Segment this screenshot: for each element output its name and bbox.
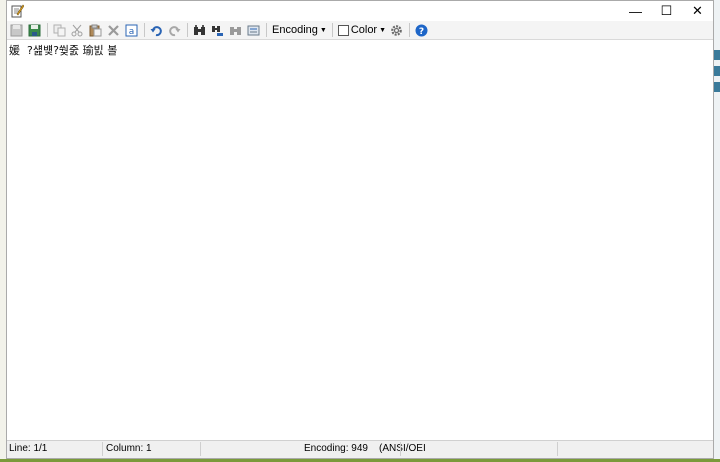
title-bar[interactable]: — ☐ ✕: [7, 1, 713, 21]
binoculars-icon: [194, 24, 205, 35]
status-column: Column: 1: [106, 443, 152, 454]
save-button[interactable]: [8, 22, 25, 38]
status-line: Line: 1/1: [9, 443, 48, 454]
cut-button[interactable]: [69, 22, 86, 38]
notepad-window: — ☐ ✕ a Encoding ▼ Color ▼ ? 媛 ?섎뱾?쒖줈 瑜빐 볼…: [6, 0, 714, 459]
select-all-icon: a: [125, 24, 138, 37]
binoculars-gray-icon: [230, 26, 241, 35]
color-dropdown-label: Color: [350, 24, 378, 36]
replace-button[interactable]: [209, 22, 226, 38]
svg-text:?: ?: [419, 27, 424, 37]
status-bar: Line: 1/1 Column: 1 Encoding: 949 (ANSI/…: [7, 440, 713, 458]
minimize-button[interactable]: —: [620, 1, 651, 21]
paste-button[interactable]: [87, 22, 104, 38]
copy-button[interactable]: [51, 22, 68, 38]
toolbar-separator: [144, 23, 145, 37]
toolbar-separator: [331, 23, 333, 37]
toolbar-separator: [409, 23, 411, 37]
redo-button[interactable]: [166, 22, 183, 38]
status-divider: [200, 442, 201, 456]
delete-x-icon: [108, 24, 119, 36]
encoding-dropdown-label: Encoding: [272, 24, 318, 36]
help-icon: ?: [415, 24, 428, 37]
svg-text:a: a: [129, 27, 135, 37]
maximize-button[interactable]: ☐: [651, 1, 682, 21]
background-window-right-edge: [713, 0, 720, 462]
clipboard-icon: [89, 24, 102, 36]
gear-icon: [391, 24, 402, 36]
color-dropdown[interactable]: Color ▼: [336, 22, 388, 38]
toolbar-separator: [47, 23, 48, 37]
status-encoding: Encoding: 949 (ANSI/OEI: [304, 443, 426, 454]
save-as-icon: [28, 24, 41, 36]
toolbar: a Encoding ▼ Color ▼ ?: [7, 21, 713, 40]
find-next-button[interactable]: [227, 22, 244, 38]
goto-icon: [247, 25, 260, 35]
settings-button[interactable]: [388, 22, 405, 38]
dropdown-arrow-icon: ▼: [379, 26, 387, 34]
find-button[interactable]: [191, 22, 208, 38]
save-as-button[interactable]: [26, 22, 43, 38]
find-replace-icon: [212, 25, 223, 36]
status-divider: [102, 442, 103, 456]
scissors-icon: [71, 24, 83, 36]
delete-button[interactable]: [105, 22, 122, 38]
redo-icon: [169, 25, 181, 36]
close-button[interactable]: ✕: [682, 1, 713, 21]
dropdown-arrow-icon: ▼: [319, 26, 327, 34]
toolbar-separator: [266, 23, 267, 37]
status-divider: [557, 442, 558, 456]
save-icon: [10, 24, 23, 36]
copy-icon: [53, 24, 66, 36]
status-divider: [400, 442, 401, 456]
color-checkbox[interactable]: [337, 24, 349, 36]
editor-content: 媛 ?섎뱾?쒖줈 瑜빐 볼: [9, 44, 118, 57]
text-editor-area[interactable]: 媛 ?섎뱾?쒖줈 瑜빐 볼: [7, 40, 713, 441]
undo-icon: [150, 25, 162, 36]
goto-button[interactable]: [245, 22, 262, 38]
undo-button[interactable]: [148, 22, 165, 38]
toolbar-separator: [187, 23, 188, 37]
notepad-app-icon: [11, 4, 24, 18]
select-all-button[interactable]: a: [123, 22, 140, 38]
help-button[interactable]: ?: [413, 22, 430, 38]
encoding-dropdown[interactable]: Encoding ▼: [270, 22, 329, 38]
